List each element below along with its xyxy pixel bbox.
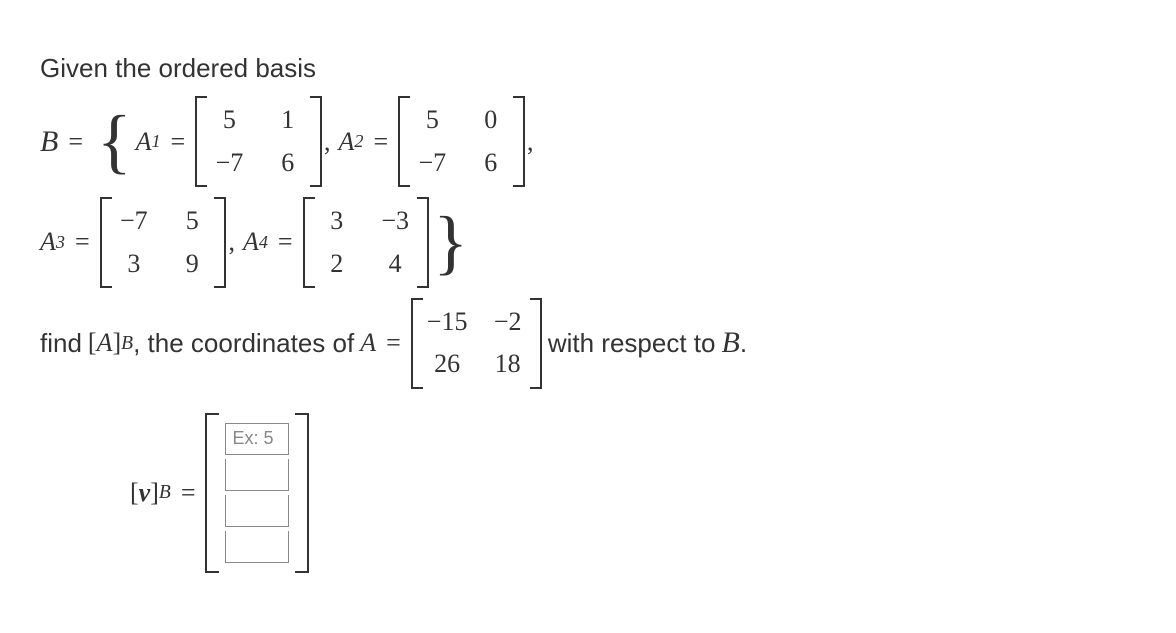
intro-text: Given the ordered basis [40,50,1136,86]
coord-sub: B [121,330,133,357]
A4-c10: 2 [319,246,355,282]
A4-c01: −3 [377,203,413,239]
matrix-A4: 3 −3 2 4 [303,197,430,288]
comma-1: , [324,124,331,160]
intro-label: Given the ordered basis [40,50,316,86]
A1-name: A [136,124,152,160]
Aeq: A [360,325,376,361]
matrix-A3: −7 5 3 9 [100,197,227,288]
equals-A3: = [75,224,90,260]
find-mid: , the coordinates of [133,325,354,361]
T-c11: 18 [489,346,525,382]
answer-equals: = [181,475,196,511]
matrix-target: −15 −2 26 18 [411,298,542,389]
comma-2: , [527,124,534,160]
basis-row-2: A3 = −7 5 3 9 , A4 = 3 −3 2 4 } [40,197,1136,288]
equals-A1: = [171,124,186,160]
matrix-A2: 5 0 −7 6 [398,96,525,187]
brace-left: { [97,120,132,163]
A3-c00: −7 [116,203,152,239]
answer-input-2[interactable] [225,459,289,491]
A2-c10: −7 [414,145,450,181]
coord-close: ] [112,325,121,361]
A4-index: 4 [259,230,268,255]
A3-index: 3 [56,230,65,255]
answer-row: [v]B = [130,413,1136,573]
find-suffix: with respect to [548,325,716,361]
T-c10: 26 [427,346,468,382]
basis-symbol: B [40,121,58,163]
A3-c01: 5 [174,203,210,239]
A2-c00: 5 [414,102,450,138]
A2-index: 2 [354,129,363,154]
final-B: B [721,322,739,364]
A4-c00: 3 [319,203,355,239]
vec-v: v [139,475,151,511]
basis-row-1: B = { A1 = 5 1 −7 6 , A2 = 5 0 −7 6 , [40,96,1136,187]
vec-sub: B [159,479,171,506]
A4-name: A [243,224,259,260]
equals-A4: = [278,224,293,260]
equals-A2: = [373,124,388,160]
comma-3: , [228,224,235,260]
equals-target: = [386,325,401,361]
answer-input-1[interactable] [225,423,289,455]
A4-c11: 4 [377,246,413,282]
A3-c11: 9 [174,246,210,282]
matrix-A1: 5 1 −7 6 [195,96,322,187]
A3-c10: 3 [116,246,152,282]
coord-A: A [97,325,113,361]
vec-close: ] [150,475,159,511]
T-c01: −2 [489,304,525,340]
A2-c01: 0 [473,102,509,138]
T-c00: −15 [427,304,468,340]
A3-name: A [40,224,56,260]
A1-c10: −7 [211,145,247,181]
equals-1: = [68,124,83,160]
brace-right: } [433,221,468,264]
coord-open: [ [88,325,97,361]
A1-c11: 6 [270,145,306,181]
answer-vector [205,413,309,573]
find-row: find [A]B , the coordinates of A = −15 −… [40,298,1136,389]
vec-open: [ [130,475,139,511]
A1-c00: 5 [211,102,247,138]
period: . [740,325,747,361]
A1-c01: 1 [270,102,306,138]
A2-name: A [339,124,355,160]
A1-index: 1 [151,129,160,154]
find-prefix: find [40,325,82,361]
answer-input-3[interactable] [225,495,289,527]
A2-c11: 6 [473,145,509,181]
answer-input-4[interactable] [225,531,289,563]
